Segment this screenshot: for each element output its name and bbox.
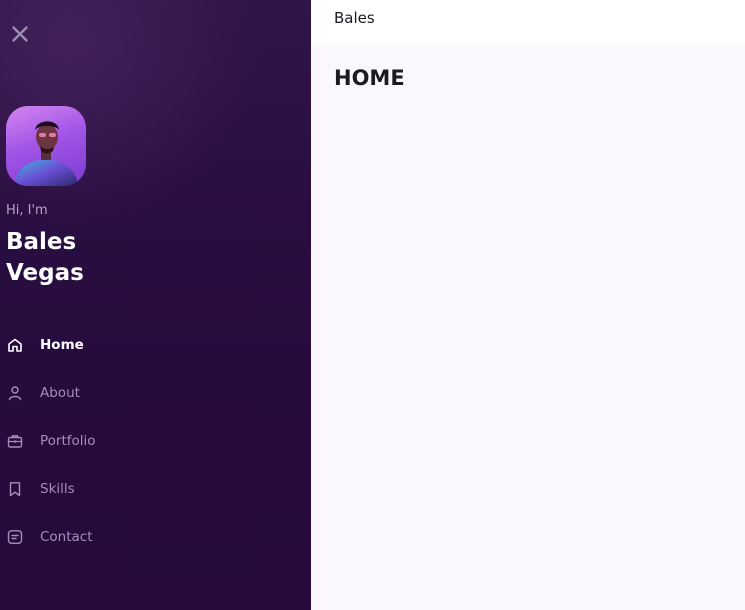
sidebar-item-label: About <box>40 385 80 401</box>
message-icon <box>7 530 23 544</box>
app: Hi, I'm Bales Vegas Home About Portfolio… <box>0 0 745 610</box>
sidebar-item-label: Contact <box>40 529 93 545</box>
last-name: Vegas <box>6 260 84 286</box>
briefcase-icon <box>7 435 23 448</box>
bookmark-icon <box>9 482 21 497</box>
close-icon <box>12 26 28 42</box>
sidebar-item-home[interactable]: Home <box>0 322 311 370</box>
sidebar-item-label: Skills <box>40 481 75 497</box>
home-icon <box>8 338 22 352</box>
avatar <box>6 106 86 186</box>
avatar-photo <box>14 121 78 186</box>
user-icon <box>8 386 22 401</box>
profile-name: Bales Vegas <box>6 227 84 289</box>
sidebar-nav: Home About Portfolio Skills Contact <box>0 322 311 562</box>
sidebar-item-portfolio[interactable]: Portfolio <box>0 418 311 466</box>
sidebar: Hi, I'm Bales Vegas Home About Portfolio… <box>0 0 311 610</box>
sidebar-item-skills[interactable]: Skills <box>0 466 311 514</box>
greeting-text: Hi, I'm <box>6 203 48 218</box>
page-title: HOME <box>334 66 405 90</box>
close-button[interactable] <box>10 24 30 44</box>
sidebar-item-label: Portfolio <box>40 433 96 449</box>
top-bar: Bales <box>311 0 745 44</box>
sidebar-item-label: Home <box>40 337 84 353</box>
sidebar-item-about[interactable]: About <box>0 370 311 418</box>
sidebar-item-contact[interactable]: Contact <box>0 514 311 562</box>
main-content: Bales HOME <box>311 0 745 610</box>
brand-name[interactable]: Bales <box>334 9 375 27</box>
first-name: Bales <box>6 229 77 255</box>
